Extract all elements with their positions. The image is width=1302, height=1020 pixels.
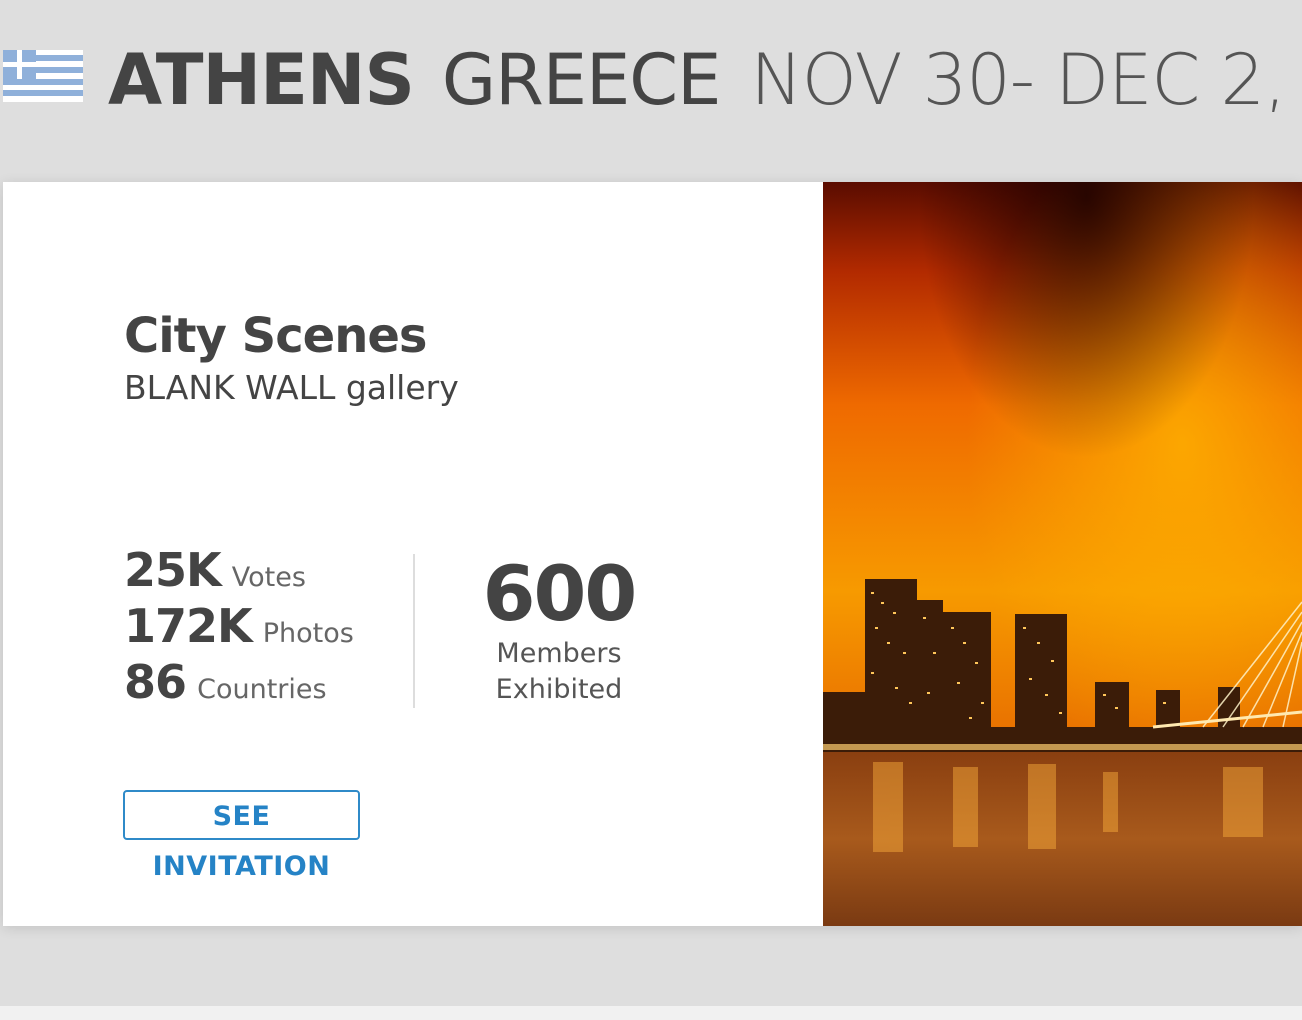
exhibition-card: City Scenes BLANK WALL gallery 25K Votes…: [3, 182, 1302, 926]
stat-votes: 25K Votes: [124, 542, 354, 598]
stat-value: 86: [124, 655, 187, 709]
event-dates: NOV 30- DEC 2, 201: [750, 39, 1302, 121]
footer-strip: [0, 1006, 1302, 1020]
members-label-line1: Members: [496, 638, 622, 669]
exhibition-subtitle: BLANK WALL gallery: [124, 368, 459, 407]
exhibition-title: City Scenes: [124, 308, 427, 364]
stats-list: 25K Votes 172K Photos 86 Countries: [124, 542, 354, 710]
event-country: GREECE: [441, 39, 721, 121]
stat-photos: 172K Photos: [124, 598, 354, 654]
stats-divider: [413, 554, 415, 708]
stat-label: Votes: [231, 562, 306, 593]
stat-countries: 86 Countries: [124, 654, 354, 710]
event-city: ATHENS: [108, 39, 415, 121]
stat-value: 172K: [124, 599, 253, 653]
members-label-line2: Exhibited: [495, 674, 623, 705]
stat-value: 25K: [124, 543, 222, 597]
members-exhibited-stat: 600 Members Exhibited: [459, 552, 659, 708]
event-header: ATHENS GREECE NOV 30- DEC 2, 201: [0, 0, 1302, 160]
greece-flag-icon: [3, 50, 83, 102]
city-skyline-photo: [823, 182, 1302, 926]
members-count: 600: [482, 549, 638, 638]
stat-label: Photos: [262, 618, 354, 649]
stat-label: Countries: [197, 674, 327, 705]
see-invitation-button[interactable]: SEE INVITATION: [123, 790, 360, 882]
event-title: ATHENS GREECE NOV 30- DEC 2, 201: [108, 40, 1302, 120]
